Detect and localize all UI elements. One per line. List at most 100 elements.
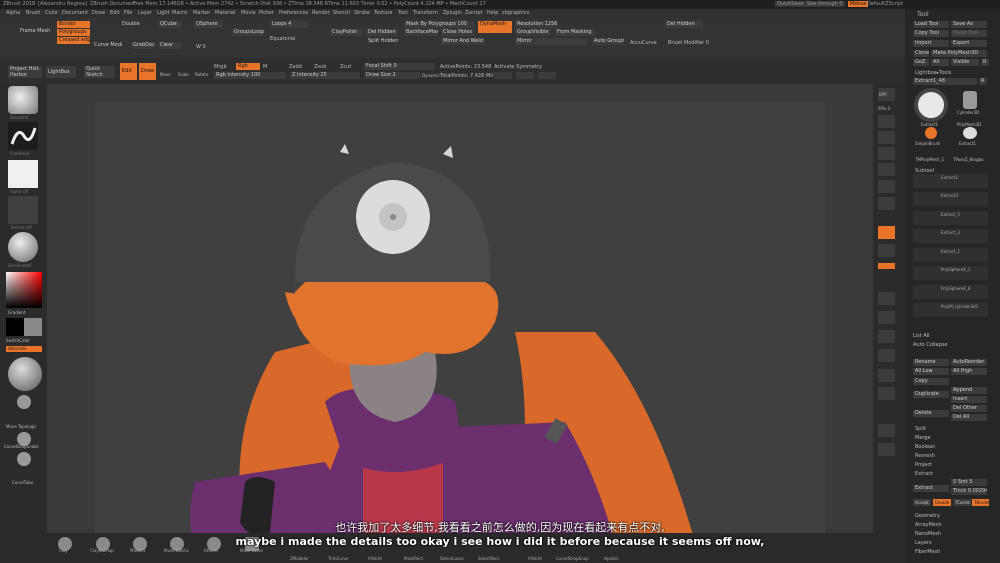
focal-shift-slider[interactable]: Focal Shift 0 [364,63,434,70]
quicksave-button[interactable]: QuickSave [775,1,806,7]
subtool-item[interactable]: Extract_3 [913,229,988,243]
del-other-button[interactable]: Del Other [951,405,987,412]
secondary-color-swatch[interactable] [24,318,42,336]
material-sphere[interactable] [8,357,42,391]
bottom-brush-label[interactable]: SelectRect [478,556,499,561]
local-button[interactable] [878,226,895,239]
rotate-view-button[interactable] [878,349,895,362]
subtool-item[interactable]: Extract_1 [913,248,988,262]
menu-item[interactable]: Light [157,10,169,16]
lightbox-button[interactable]: LightBox [46,66,76,78]
xyz-button[interactable] [878,263,895,269]
draw-size-slider[interactable]: Draw Size 2 [364,72,420,79]
actual-button[interactable] [878,147,895,160]
switch-color-button[interactable]: SwitchColor [6,338,30,343]
brush-modifier-slider[interactable]: Brush Modifier 0 [668,40,709,46]
lsym-button[interactable] [878,244,895,257]
subtool-item[interactable]: PolyM_cylinder3d1 [913,303,988,317]
m-button[interactable]: M [263,64,267,70]
menu-item[interactable]: Color [45,10,58,16]
fibermesh-section[interactable]: FiberMesh [915,549,940,555]
polygroups-button[interactable]: Polygroups [57,29,90,36]
menu-item[interactable]: Stencil [333,10,350,16]
extract-thumb-icon[interactable] [963,127,977,139]
linefill-button[interactable] [878,369,895,382]
bottom-brush-label[interactable]: Hpolish [604,556,619,561]
zcut-button[interactable]: Zcut [340,64,351,70]
menu-item[interactable]: Zplugin [443,10,462,16]
main-color-swatch[interactable] [6,318,24,336]
texture-thumbnail[interactable] [8,196,38,224]
thick-slider[interactable]: Thick 0.00294 [951,488,987,495]
menu-item[interactable]: Material [215,10,235,16]
double-button[interactable]: Double [120,21,146,28]
z-intensity-slider[interactable]: Z Intensity 25 [290,72,360,79]
menu-item[interactable]: Brush [26,10,40,16]
menu-item[interactable]: Layer [138,10,152,16]
clone-button[interactable]: Clone [913,50,929,57]
border-button[interactable]: Border [57,21,90,28]
menu-item[interactable]: Edit [110,10,120,16]
see-through-slider[interactable]: See-through 0 [805,1,845,7]
brush-preset-icon[interactable] [17,395,31,409]
bottom-brush-label[interactable]: SelectLasso [440,556,464,561]
bottom-brush-label[interactable]: ZModeler [290,556,309,561]
menu-item[interactable]: Render [312,10,330,16]
menu-item[interactable]: Zscript [465,10,482,16]
transp-button[interactable] [878,387,895,400]
equatorial-option[interactable]: Equatorial [270,36,295,42]
extract-section[interactable]: Extract [915,471,933,477]
menu-item[interactable]: Help [487,10,498,16]
close-holes-button[interactable]: Close Holes [441,29,475,36]
append-button[interactable]: Append [951,387,987,394]
current-tool-slider[interactable]: Extract1_48 [913,78,977,85]
r-button-2[interactable]: R [979,78,987,85]
scale-button[interactable]: Scale [176,63,193,80]
dynamic-toggle[interactable]: Dynamic [422,73,440,78]
mirror-button[interactable]: Mirror [515,38,587,45]
zoom-button[interactable] [878,131,895,144]
brush-preset-icon[interactable] [17,452,31,466]
make-polymesh3d-button[interactable]: Make PolyMesh3D [931,50,987,57]
all-high-button[interactable]: All High [951,368,987,375]
quick-sketch-button[interactable]: Quick Sketch [84,66,114,78]
symmetry-y[interactable] [516,72,534,79]
scale-view-button[interactable] [878,330,895,343]
stroke-thumbnail[interactable] [8,122,38,150]
menu-item[interactable]: Movie [241,10,256,16]
import-button[interactable]: Import [913,40,949,47]
qcube-button[interactable]: QCube [158,21,182,28]
split-hidden-button[interactable]: Split Hidden [366,38,398,45]
group-visible-button[interactable]: GroupVisible [515,29,551,36]
brush-thumbnail[interactable] [8,86,38,114]
accept-button[interactable]: Accept [913,499,931,506]
draw-button[interactable]: Draw [139,63,156,80]
remesh-section[interactable]: Remesh [915,453,935,459]
clear-button[interactable]: Clear [158,42,182,49]
menu-item[interactable]: Transform [413,10,438,16]
auto-collapse-button[interactable]: Auto Collapse [913,342,947,348]
double-toggle[interactable]: Double [933,499,951,506]
document-canvas[interactable] [95,102,825,542]
all-low-button[interactable]: All Low [913,368,949,375]
material-thumbnail[interactable] [8,232,38,262]
subtool-item[interactable]: PolySphere4_1 [913,266,988,280]
menu-item[interactable]: Preferences [279,10,308,16]
bottom-brush-label[interactable]: hPolish [528,556,542,561]
activate-symmetry-button[interactable]: Activate Symmetry [494,64,542,70]
menu-item[interactable]: Tool [398,10,408,16]
qsphere-button[interactable]: QSphere [194,21,222,28]
del-hidden-button[interactable]: Del Hidden [366,29,398,36]
zadd-button[interactable]: Zadd [289,64,302,70]
rgb-intensity-slider[interactable]: Rgb Intensity 100 [214,72,286,79]
r-button[interactable]: R [981,59,989,66]
floor-button[interactable] [878,197,895,210]
grabdoc-button[interactable]: GrabDoc [131,42,155,49]
mask-by-polygroups-slider[interactable]: Mask By Polygroups 100 [404,21,474,28]
visible-button[interactable]: Visible [951,59,979,66]
subtool-item[interactable]: Extract2 [913,174,988,188]
rename-button[interactable]: Rename [913,359,949,366]
boolean-section[interactable]: Boolean [915,444,935,450]
extract-button[interactable]: Extract [913,485,949,492]
menu-item[interactable]: Marker [193,10,210,16]
